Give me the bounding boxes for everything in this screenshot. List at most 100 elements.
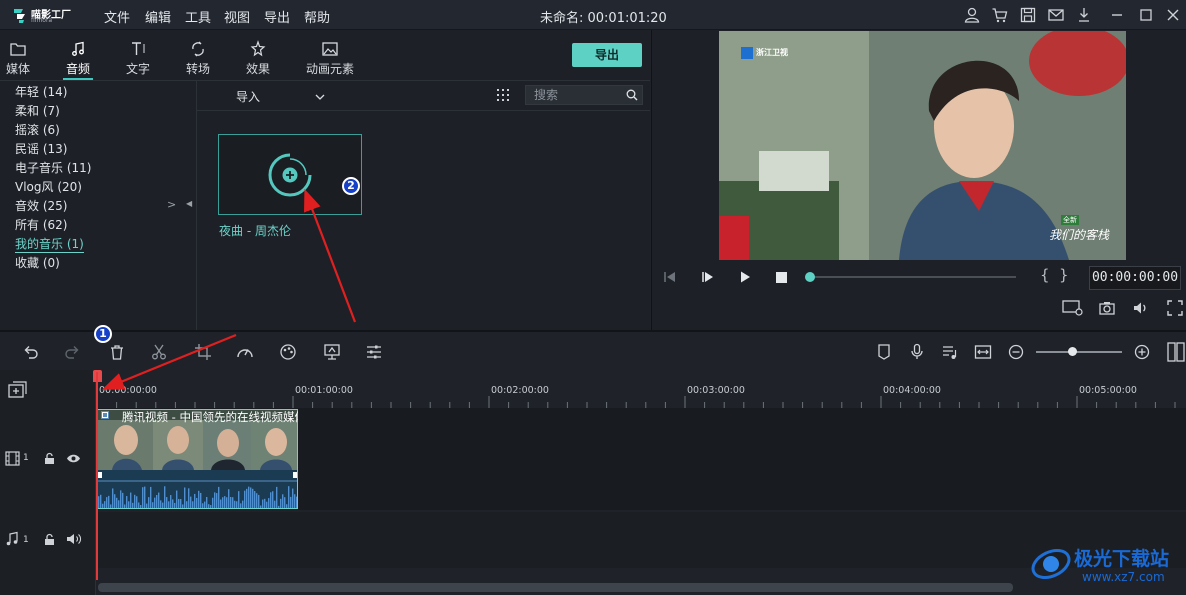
display-settings-icon[interactable] <box>1062 299 1084 317</box>
grid-view-icon[interactable] <box>496 88 510 102</box>
color-icon[interactable] <box>279 343 297 361</box>
previous-frame-icon[interactable] <box>662 269 678 285</box>
music-track-icon <box>6 531 18 546</box>
app-logo: 喵影工厂 filmora <box>14 6 84 26</box>
waveform-bar <box>100 494 102 508</box>
zoom-in-icon[interactable] <box>1133 343 1151 361</box>
menu-file[interactable]: 文件 <box>104 7 130 26</box>
audio-track-lane[interactable] <box>96 512 1186 568</box>
tab-media[interactable]: 媒体 <box>0 38 46 80</box>
audio-item-card[interactable] <box>218 134 362 215</box>
step-badge-1: 1 <box>94 325 112 343</box>
download-icon[interactable] <box>1075 6 1093 24</box>
menu-edit[interactable]: 编辑 <box>145 7 171 26</box>
category-vlog[interactable]: Vlog风 (20) <box>15 178 82 195</box>
mark-out-icon[interactable]: } <box>1059 266 1069 284</box>
speed-icon[interactable] <box>236 343 254 361</box>
menu-help[interactable]: 帮助 <box>304 7 330 26</box>
category-all[interactable]: 所有 (62) <box>15 216 67 233</box>
playback-progress-knob[interactable] <box>805 272 815 282</box>
zoom-out-icon[interactable] <box>1007 343 1025 361</box>
waveform-bar <box>198 490 200 508</box>
waveform-bar <box>282 494 284 508</box>
waveform-bar <box>294 494 296 508</box>
waveform-bar <box>114 494 116 508</box>
cart-icon[interactable] <box>991 6 1009 24</box>
waveform-bar <box>116 497 118 508</box>
tab-animated-elements[interactable]: 动画元素 <box>302 38 358 80</box>
volume-icon[interactable] <box>1132 299 1150 317</box>
snapshot-camera-icon[interactable] <box>1098 299 1116 317</box>
waveform-bar <box>156 494 158 508</box>
zoom-slider-track[interactable] <box>1036 351 1122 353</box>
panel-layout-icon[interactable] <box>1167 342 1185 362</box>
tab-label: 音频 <box>65 62 90 76</box>
undo-icon[interactable] <box>22 343 40 361</box>
playhead-line[interactable] <box>96 372 98 580</box>
minimize-icon[interactable] <box>1108 6 1126 24</box>
waveform-bar <box>240 503 242 508</box>
tab-audio[interactable]: 音频 <box>50 38 106 80</box>
category-favorites[interactable]: 收藏 (0) <box>15 254 60 271</box>
chevron-right-icon[interactable]: > <box>167 198 176 211</box>
waveform-bar <box>126 496 128 508</box>
redo-icon[interactable] <box>63 343 81 361</box>
category-soft[interactable]: 柔和 (7) <box>15 102 60 119</box>
add-to-timeline-icon[interactable] <box>219 135 363 216</box>
export-button[interactable]: 导出 <box>572 43 642 67</box>
save-icon[interactable] <box>1019 6 1037 24</box>
fullscreen-icon[interactable] <box>1166 299 1184 317</box>
delete-icon[interactable] <box>108 343 126 361</box>
stop-icon[interactable] <box>774 270 789 285</box>
waveform-bar <box>110 504 112 508</box>
microphone-icon[interactable] <box>908 343 926 361</box>
mail-icon[interactable] <box>1047 6 1065 24</box>
waveform-bar <box>226 497 228 508</box>
category-young[interactable]: 年轻 (14) <box>15 83 67 100</box>
adjust-icon[interactable] <box>365 343 383 361</box>
marker-icon[interactable] <box>875 343 893 361</box>
menu-view[interactable]: 视图 <box>224 7 250 26</box>
close-icon[interactable] <box>1164 6 1182 24</box>
next-frame-icon[interactable] <box>700 269 716 285</box>
menu-export[interactable]: 导出 <box>264 7 290 26</box>
category-folk[interactable]: 民谣 (13) <box>15 140 67 157</box>
waveform-bar <box>244 490 246 508</box>
waveform-bar <box>98 496 100 508</box>
tab-transition[interactable]: 转场 <box>170 38 226 80</box>
eye-icon[interactable] <box>66 452 81 465</box>
import-dropdown[interactable]: 导入 <box>236 88 325 105</box>
account-icon[interactable] <box>963 6 981 24</box>
tab-effects[interactable]: 效果 <box>230 38 286 80</box>
timeline-ruler[interactable] <box>96 370 1186 408</box>
video-track-number: 1 <box>23 453 29 463</box>
green-screen-icon[interactable] <box>323 343 341 361</box>
waveform-bar <box>260 505 262 508</box>
playback-progress-track[interactable] <box>811 276 1016 278</box>
maximize-icon[interactable] <box>1137 6 1155 24</box>
category-sound-effects[interactable]: 音效 (25) <box>15 197 67 214</box>
voiceover-list-icon[interactable] <box>941 343 959 361</box>
collapse-panel-icon[interactable]: ◀ <box>186 199 192 208</box>
category-my-music[interactable]: 我的音乐 (1) <box>15 235 84 253</box>
fit-timeline-icon[interactable] <box>974 343 992 361</box>
lock-icon[interactable] <box>43 533 56 546</box>
scissors-icon[interactable] <box>150 343 168 361</box>
waveform-bar <box>184 487 186 508</box>
tab-text[interactable]: 文字 <box>110 38 166 80</box>
add-track-icon[interactable] <box>8 381 28 399</box>
speaker-icon[interactable] <box>66 532 82 546</box>
search-icon[interactable] <box>626 89 638 101</box>
timeline-scrollbar[interactable] <box>98 583 1013 592</box>
menu-tools[interactable]: 工具 <box>185 7 211 26</box>
waveform-bar <box>290 496 292 508</box>
step-badge-2: 2 <box>342 177 360 195</box>
play-icon[interactable] <box>737 269 753 285</box>
lock-icon[interactable] <box>43 452 56 465</box>
zoom-slider-knob[interactable] <box>1068 347 1077 356</box>
crop-icon[interactable] <box>194 343 212 361</box>
waveform-bar <box>148 497 150 508</box>
category-rock[interactable]: 摇滚 (6) <box>15 121 60 138</box>
mark-in-icon[interactable]: { <box>1040 266 1050 284</box>
category-electronic[interactable]: 电子音乐 (11) <box>15 159 91 176</box>
